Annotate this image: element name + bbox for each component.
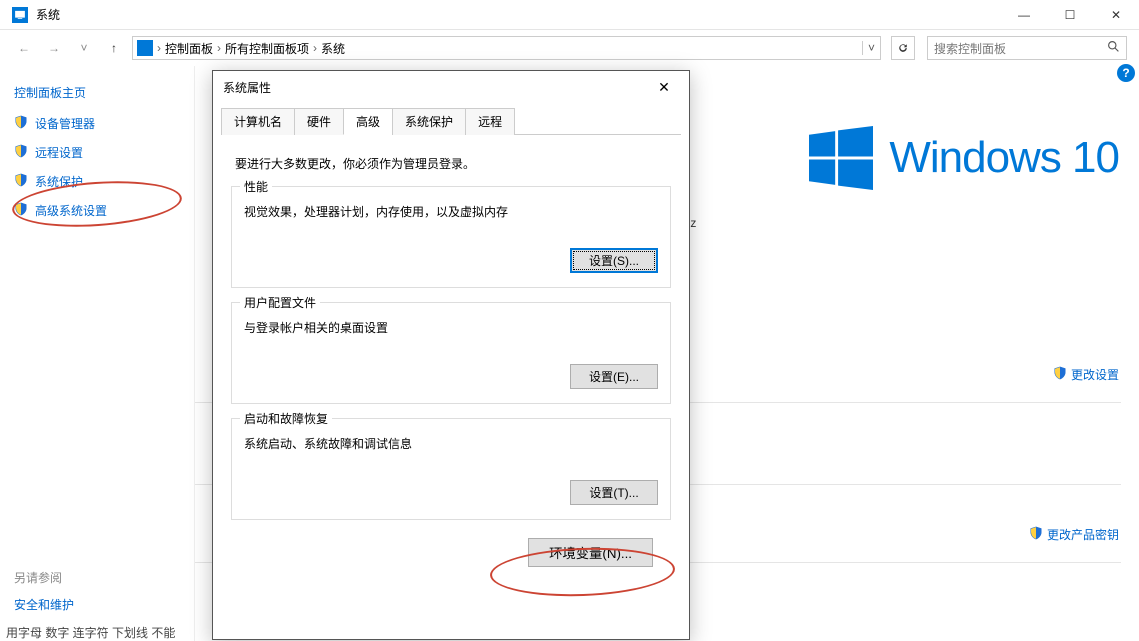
breadcrumb-item[interactable]: 所有控制面板项 bbox=[225, 40, 309, 57]
sidebar-item-label: 设备管理器 bbox=[35, 115, 95, 132]
windows-logo: Windows 10 bbox=[809, 126, 1119, 190]
group-title: 启动和故障恢复 bbox=[240, 410, 332, 427]
refresh-button[interactable] bbox=[891, 36, 915, 60]
group-title: 用户配置文件 bbox=[240, 294, 320, 311]
environment-variables-button[interactable]: 环境变量(N)... bbox=[528, 538, 653, 567]
see-also: 另请参阅 安全和维护 bbox=[14, 569, 74, 613]
sidebar: 控制面板主页 设备管理器 远程设置 系统保护 高级系统设置 另请参阅 安全和维护 bbox=[0, 66, 195, 641]
system-properties-dialog: 系统属性 ✕ 计算机名 硬件 高级 系统保护 远程 要进行大多数更改，你必须作为… bbox=[212, 70, 690, 640]
performance-settings-button[interactable]: 设置(S)... bbox=[570, 248, 658, 273]
see-also-link[interactable]: 安全和维护 bbox=[14, 596, 74, 613]
dialog-title-bar: 系统属性 ✕ bbox=[213, 71, 689, 103]
group-user-profile: 用户配置文件 与登录帐户相关的桌面设置 设置(E)... bbox=[231, 302, 671, 404]
tab-hardware[interactable]: 硬件 bbox=[294, 108, 344, 135]
breadcrumb-item[interactable]: 控制面板 bbox=[165, 40, 213, 57]
search-input[interactable]: 搜索控制面板 bbox=[927, 36, 1127, 60]
windows-text: Windows 10 bbox=[889, 133, 1119, 183]
group-desc: 与登录帐户相关的桌面设置 bbox=[244, 319, 658, 336]
see-also-heading: 另请参阅 bbox=[14, 569, 74, 586]
chevron-right-icon: › bbox=[313, 41, 317, 55]
help-icon[interactable]: ? bbox=[1117, 64, 1135, 82]
shield-icon bbox=[14, 115, 28, 132]
shield-icon bbox=[14, 173, 28, 190]
group-startup: 启动和故障恢复 系统启动、系统故障和调试信息 设置(T)... bbox=[231, 418, 671, 520]
footer-cut-text: 用字母 数字 连字符 下划线 不能 bbox=[6, 624, 175, 641]
sidebar-item-device-manager[interactable]: 设备管理器 bbox=[14, 115, 180, 132]
shield-icon bbox=[1053, 366, 1067, 383]
dialog-body: 要进行大多数更改，你必须作为管理员登录。 性能 视觉效果，处理器计划，内存使用，… bbox=[213, 135, 689, 581]
maximize-button[interactable]: ☐ bbox=[1047, 0, 1093, 30]
nav-back-button[interactable]: ← bbox=[12, 36, 36, 60]
link-label: 更改设置 bbox=[1071, 366, 1119, 383]
nav-row: ← → ˅ ↑ › 控制面板 › 所有控制面板项 › 系统 ˅ 搜索控制面板 bbox=[0, 30, 1139, 66]
sidebar-item-label: 系统保护 bbox=[35, 173, 83, 190]
link-label: 更改产品密钥 bbox=[1047, 526, 1119, 543]
chevron-right-icon: › bbox=[217, 41, 221, 55]
change-settings-link[interactable]: 更改设置 bbox=[1053, 366, 1119, 383]
group-performance: 性能 视觉效果，处理器计划，内存使用，以及虚拟内存 设置(S)... bbox=[231, 186, 671, 288]
sidebar-item-advanced[interactable]: 高级系统设置 bbox=[14, 202, 180, 219]
dialog-title: 系统属性 bbox=[223, 79, 271, 96]
profile-settings-button[interactable]: 设置(E)... bbox=[570, 364, 658, 389]
shield-icon bbox=[1029, 526, 1043, 543]
nav-up-button[interactable]: ↑ bbox=[102, 36, 126, 60]
dialog-close-button[interactable]: ✕ bbox=[649, 79, 679, 96]
startup-settings-button[interactable]: 设置(T)... bbox=[570, 480, 658, 505]
admin-note: 要进行大多数更改，你必须作为管理员登录。 bbox=[235, 155, 667, 172]
tab-advanced[interactable]: 高级 bbox=[343, 108, 393, 135]
computer-icon bbox=[137, 40, 153, 56]
group-desc: 系统启动、系统故障和调试信息 bbox=[244, 435, 658, 452]
close-button[interactable]: ✕ bbox=[1093, 0, 1139, 30]
group-desc: 视觉效果，处理器计划，内存使用，以及虚拟内存 bbox=[244, 203, 658, 220]
window-title-bar: 系统 — ☐ ✕ bbox=[0, 0, 1139, 30]
shield-icon bbox=[14, 202, 28, 219]
search-icon bbox=[1107, 40, 1120, 56]
change-product-key-link[interactable]: 更改产品密钥 bbox=[1029, 526, 1119, 543]
sidebar-item-protection[interactable]: 系统保护 bbox=[14, 173, 180, 190]
sidebar-heading: 控制面板主页 bbox=[14, 84, 180, 101]
group-title: 性能 bbox=[240, 178, 272, 195]
breadcrumb-item[interactable]: 系统 bbox=[321, 40, 345, 57]
tab-protection[interactable]: 系统保护 bbox=[392, 108, 466, 135]
breadcrumb[interactable]: › 控制面板 › 所有控制面板项 › 系统 ˅ bbox=[132, 36, 881, 60]
sidebar-item-label: 远程设置 bbox=[35, 144, 83, 161]
nav-forward-button[interactable]: → bbox=[42, 36, 66, 60]
nav-recent-button[interactable]: ˅ bbox=[72, 36, 96, 60]
breadcrumb-dropdown[interactable]: ˅ bbox=[862, 41, 880, 55]
minimize-button[interactable]: — bbox=[1001, 0, 1047, 30]
windows-flag-icon bbox=[809, 126, 873, 190]
search-placeholder: 搜索控制面板 bbox=[934, 40, 1006, 57]
sidebar-item-remote[interactable]: 远程设置 bbox=[14, 144, 180, 161]
tab-remote[interactable]: 远程 bbox=[465, 108, 515, 135]
dialog-tabs: 计算机名 硬件 高级 系统保护 远程 bbox=[221, 107, 681, 135]
shield-icon bbox=[14, 144, 28, 161]
system-icon bbox=[12, 7, 28, 23]
tab-computer-name[interactable]: 计算机名 bbox=[221, 108, 295, 135]
chevron-right-icon: › bbox=[157, 41, 161, 55]
window-title: 系统 bbox=[36, 6, 1001, 23]
sidebar-item-label: 高级系统设置 bbox=[35, 202, 107, 219]
